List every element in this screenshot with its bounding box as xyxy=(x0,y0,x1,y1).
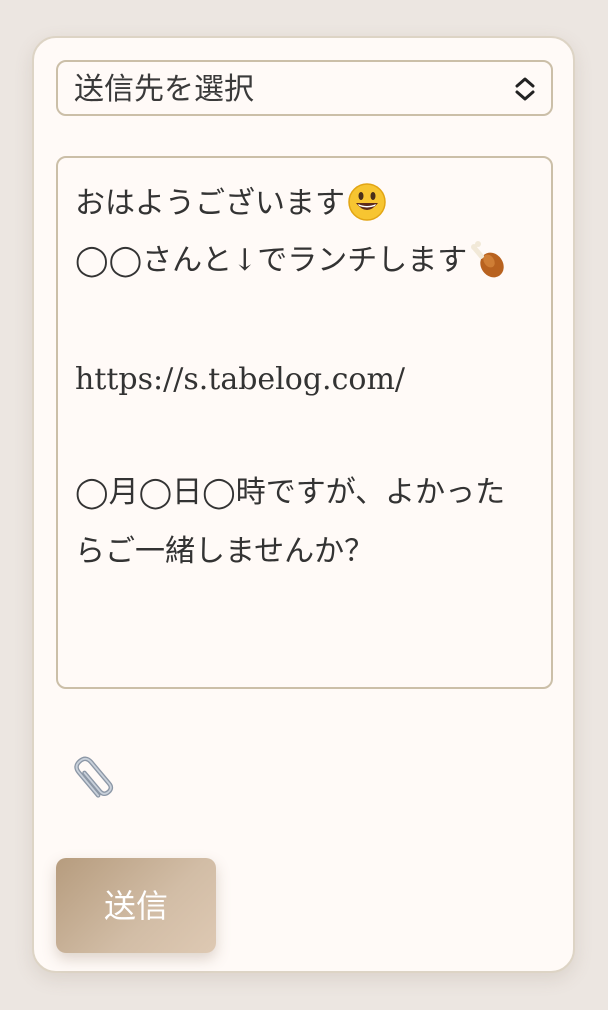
paperclip-icon[interactable] xyxy=(64,748,124,808)
message-line: おはようございます xyxy=(75,183,387,222)
message-line-text: らご一緒しませんか？ xyxy=(75,534,375,569)
send-button-label: 送信 xyxy=(103,888,168,924)
recipient-select[interactable]: 送信先を選択 xyxy=(56,60,553,116)
message-line: ◯月◯日◯時ですが、よかった xyxy=(75,476,505,510)
chevron-up-down-icon xyxy=(515,77,535,101)
compose-card: 送信先を選択 おはようございます ◯◯さんと↓でランチします https://s… xyxy=(32,36,575,973)
message-line-text: https://s.tabelog.com/ xyxy=(75,362,405,397)
message-line: らご一緒しませんか？ xyxy=(75,535,374,569)
send-button[interactable]: 送信 xyxy=(56,858,216,953)
poultry-leg-emoji xyxy=(471,241,504,278)
message-textarea[interactable]: おはようございます ◯◯さんと↓でランチします https://s.tabelo… xyxy=(56,156,553,689)
smiling-face-emoji xyxy=(348,183,386,221)
message-line-text: ◯◯さんと↓でランチします xyxy=(75,243,468,278)
message-line-text: おはようございます xyxy=(75,186,345,221)
message-line: ◯◯さんと↓でランチします xyxy=(75,241,507,280)
recipient-select-value: 送信先を選択 xyxy=(74,72,254,107)
message-line-text: ◯月◯日◯時ですが、よかった xyxy=(75,475,506,510)
message-line-url: https://s.tabelog.com/ xyxy=(75,363,405,397)
